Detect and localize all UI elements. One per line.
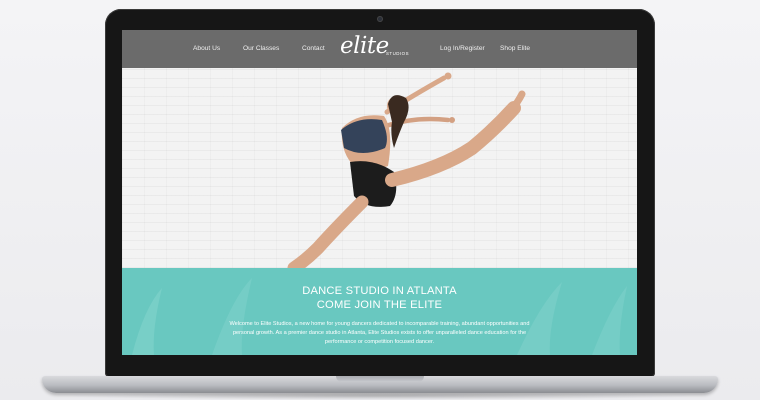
site-header: About Us Our Classes Contact elite STUDI… xyxy=(122,30,637,68)
logo-studios: STUDIOS xyxy=(386,51,410,56)
hero-image xyxy=(122,68,637,268)
welcome-paragraph: Welcome to Elite Studios, a new home for… xyxy=(229,321,530,345)
laptop-shadow xyxy=(60,392,700,400)
headline-primary: DANCE STUDIO IN ATLANTA xyxy=(302,285,457,297)
nav-contact[interactable]: Contact xyxy=(302,30,325,68)
dancer-illustration xyxy=(287,72,526,268)
nav-about-us[interactable]: About Us xyxy=(193,30,220,68)
intro-band: DANCE STUDIO IN ATLANTA COME JOIN THE EL… xyxy=(122,268,637,355)
headline-secondary: COME JOIN THE ELITE xyxy=(316,299,443,311)
logo-script: elite xyxy=(340,33,389,59)
nav-login-register[interactable]: Log In/Register xyxy=(440,30,485,68)
camera-icon xyxy=(377,16,383,22)
laptop-screen: About Us Our Classes Contact elite STUDI… xyxy=(122,30,637,355)
laptop-notch xyxy=(336,376,424,382)
nav-our-classes[interactable]: Our Classes xyxy=(243,30,279,68)
nav-shop-elite[interactable]: Shop Elite xyxy=(500,30,530,68)
